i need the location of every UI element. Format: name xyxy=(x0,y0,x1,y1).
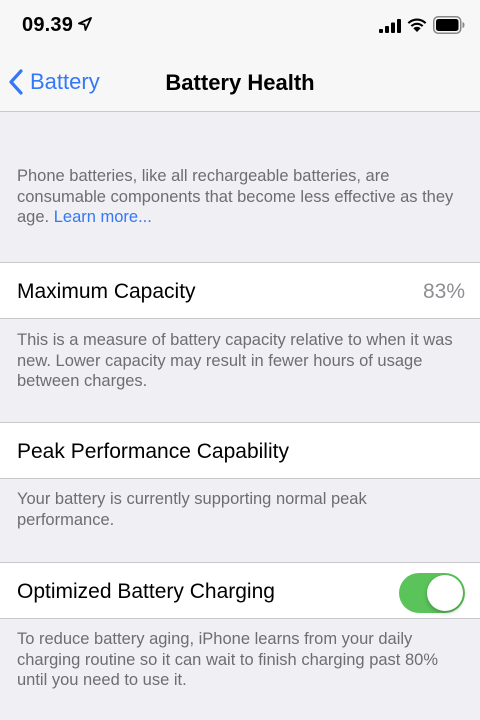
peak-performance-row: Peak Performance Capability xyxy=(0,422,480,479)
maximum-capacity-footer: This is a measure of battery capacity re… xyxy=(17,331,453,390)
maximum-capacity-label: Maximum Capacity xyxy=(17,280,196,303)
page-title: Battery Health xyxy=(165,70,315,95)
intro-description: Phone batteries, like all rechargeable b… xyxy=(17,166,467,228)
optimized-charging-footer: To reduce battery aging, iPhone learns f… xyxy=(17,630,438,689)
maximum-capacity-row: Maximum Capacity 83% xyxy=(0,262,480,319)
wifi-icon xyxy=(407,18,427,32)
learn-more-link[interactable]: Learn more... xyxy=(54,208,152,226)
navigation-bar: Battery Battery Health xyxy=(0,52,480,112)
location-arrow-icon xyxy=(78,17,92,31)
battery-icon xyxy=(433,16,465,34)
status-bar: 09.39 xyxy=(0,0,480,52)
cellular-signal-icon xyxy=(379,19,401,33)
status-time: 09.39 xyxy=(22,14,74,36)
optimized-charging-toggle[interactable] xyxy=(399,573,465,613)
peak-performance-label: Peak Performance Capability xyxy=(17,440,289,463)
optimized-charging-label: Optimized Battery Charging xyxy=(17,580,275,603)
toggle-knob xyxy=(427,575,463,611)
peak-performance-footer: Your battery is currently supporting nor… xyxy=(17,490,367,529)
maximum-capacity-value: 83% xyxy=(422,280,465,303)
optimized-charging-row: Optimized Battery Charging xyxy=(0,562,480,619)
